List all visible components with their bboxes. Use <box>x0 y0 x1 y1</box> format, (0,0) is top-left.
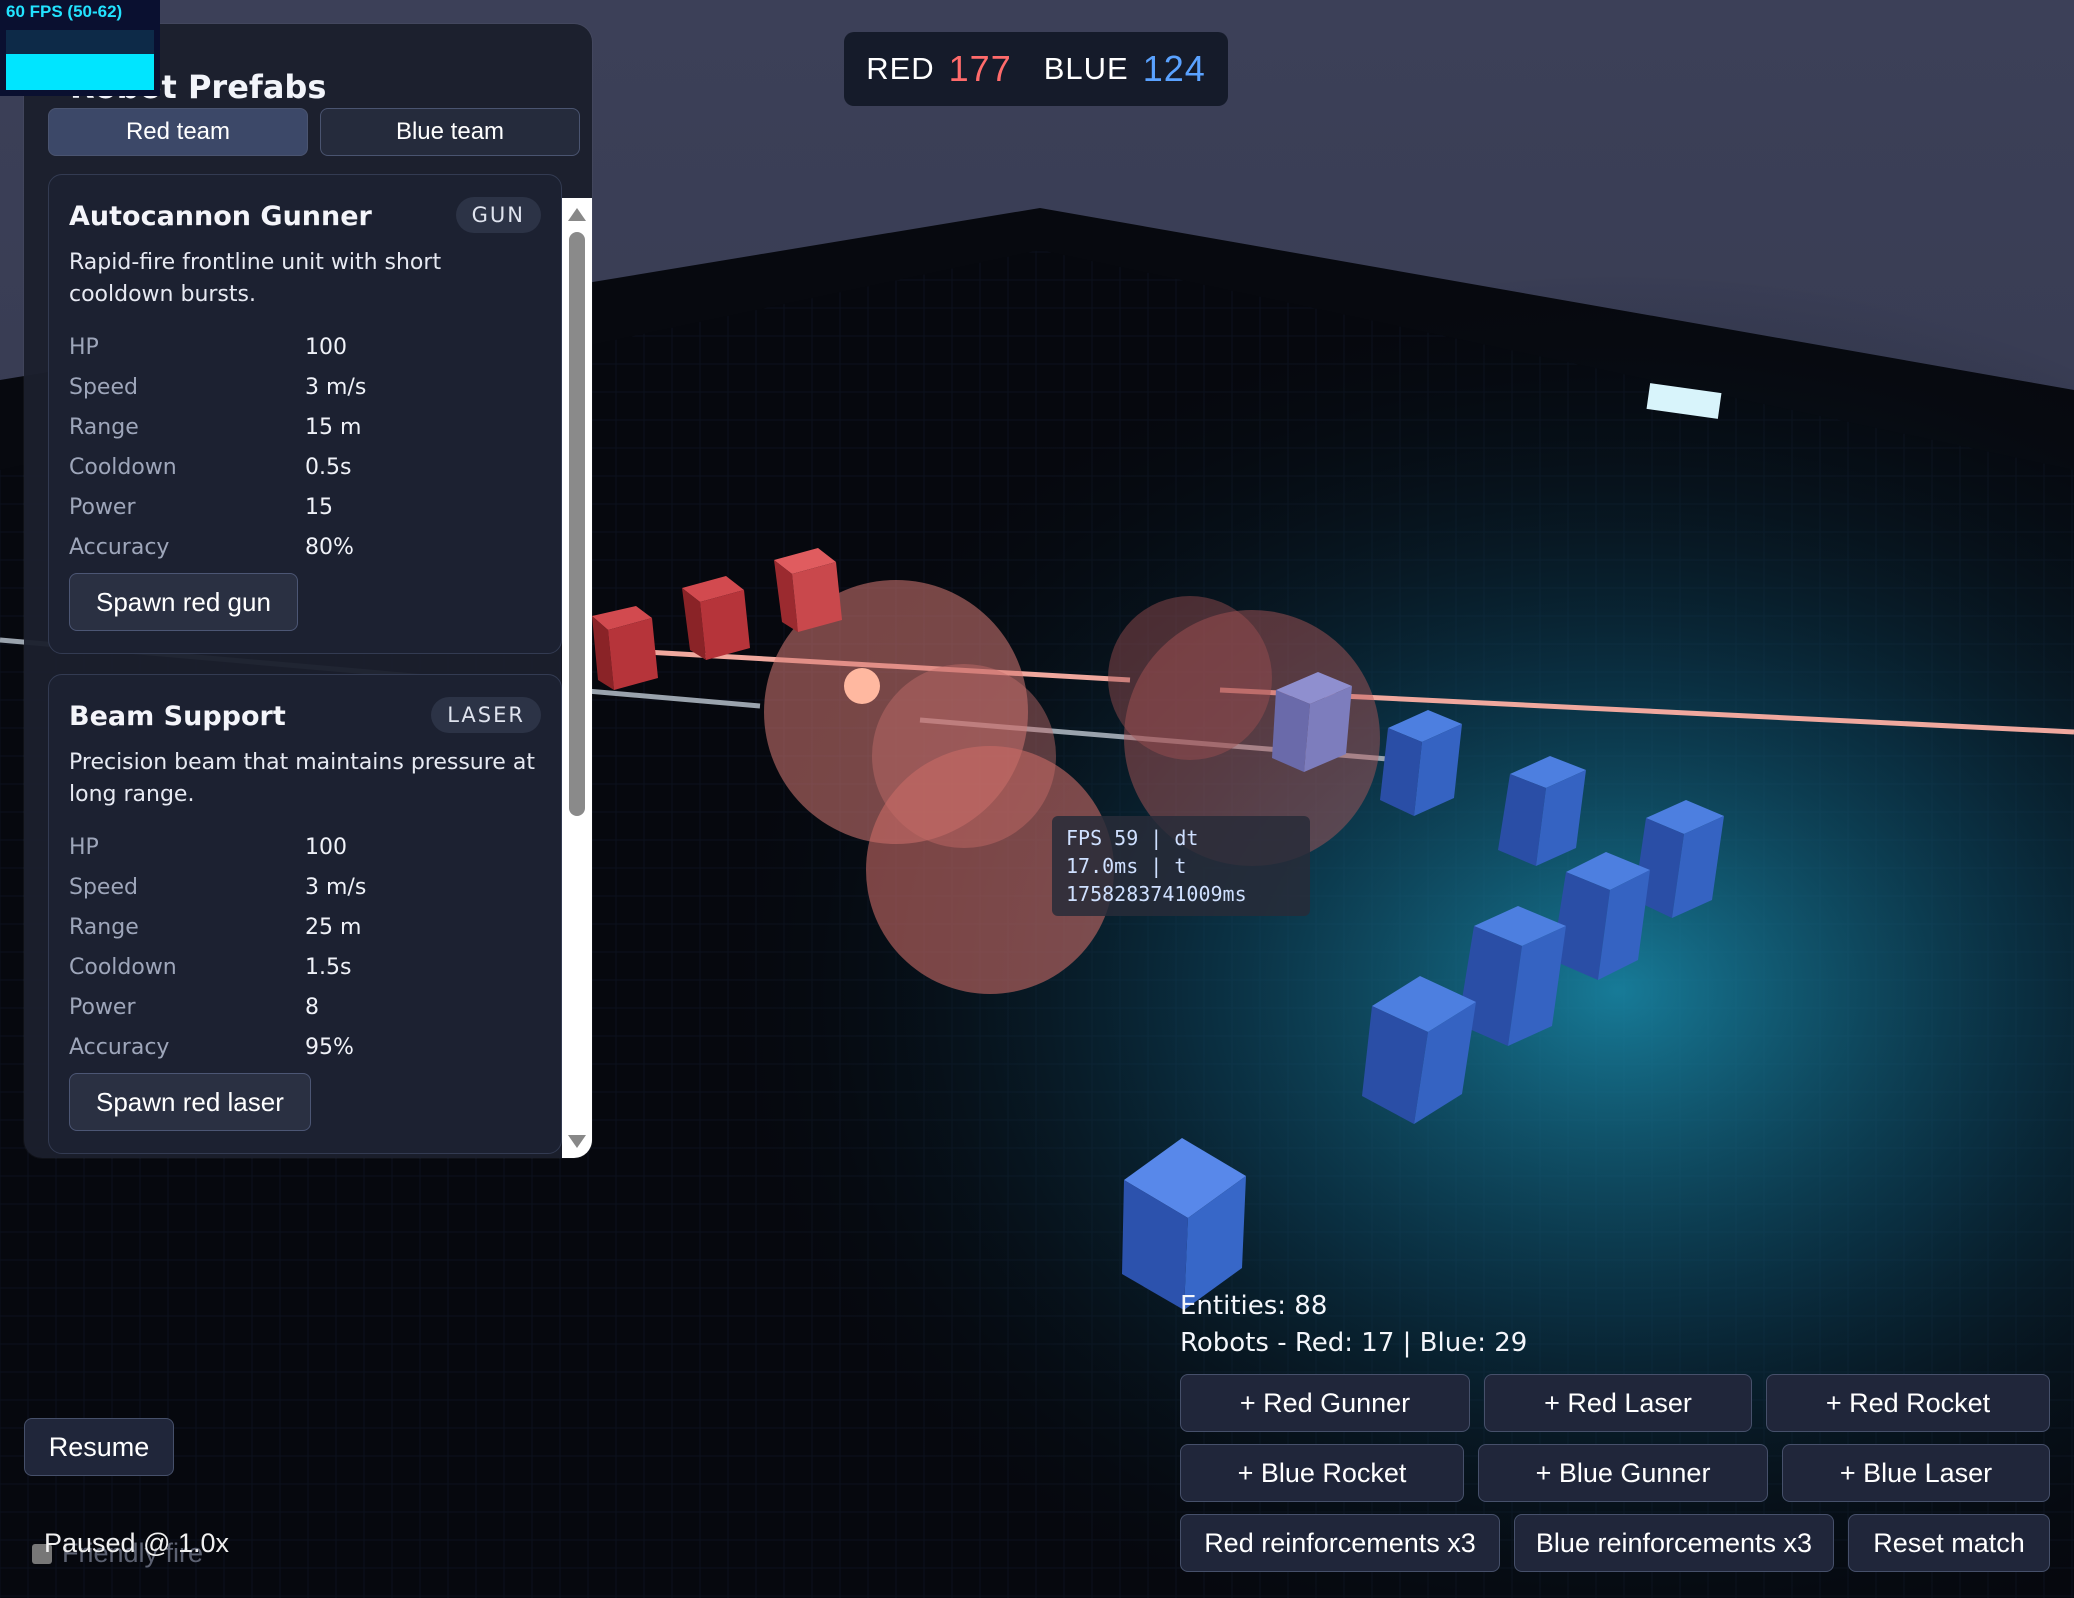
debug-line: 17.0ms | t <box>1066 854 1187 878</box>
stat-value-range: 15 m <box>305 415 362 440</box>
match-stats: Entities: 88 Robots - Red: 17 | Blue: 29 <box>1180 1288 1527 1362</box>
blue-robot <box>1458 906 1566 1046</box>
add-blue-laser-button[interactable]: + Blue Laser <box>1782 1444 2050 1502</box>
robots-count: Robots - Red: 17 | Blue: 29 <box>1180 1328 1528 1358</box>
spawn-red-gun-button[interactable]: Spawn red gun <box>69 573 298 631</box>
weapon-badge: LASER <box>431 697 541 733</box>
red-score-value: 177 <box>948 48 1012 89</box>
fps-counter: 60 FPS (50-62) <box>0 0 160 96</box>
add-red-rocket-button[interactable]: + Red Rocket <box>1766 1374 2050 1432</box>
add-blue-rocket-button[interactable]: + Blue Rocket <box>1180 1444 1464 1502</box>
tab-blue-team[interactable]: Blue team <box>320 108 580 156</box>
add-blue-gunner-button[interactable]: + Blue Gunner <box>1478 1444 1768 1502</box>
scroll-thumb[interactable] <box>569 232 585 816</box>
stat-value-cooldown: 0.5s <box>305 455 352 480</box>
debug-line: FPS 59 | dt <box>1066 826 1199 850</box>
stat-value-accuracy: 80% <box>305 535 354 560</box>
prefab-card-autocannon: Autocannon Gunner GUN Rapid-fire frontli… <box>48 174 562 654</box>
blue-score-value: 124 <box>1142 48 1206 89</box>
stat-label-speed: Speed <box>69 375 138 400</box>
stat-value-accuracy: 95% <box>305 1035 354 1060</box>
reset-match-button[interactable]: Reset match <box>1848 1514 2050 1572</box>
stat-label-hp: HP <box>69 335 99 360</box>
stat-label-speed: Speed <box>69 875 138 900</box>
stat-label-hp: HP <box>69 835 99 860</box>
fps-text: 60 FPS (50-62) <box>6 2 123 21</box>
stat-label-accuracy: Accuracy <box>69 535 170 560</box>
scroll-down-icon[interactable] <box>568 1135 586 1148</box>
red-robot <box>592 606 658 690</box>
red-score-label: RED <box>866 51 935 86</box>
stat-value-speed: 3 m/s <box>305 875 367 900</box>
stat-value-range: 25 m <box>305 915 362 940</box>
card-title: Autocannon Gunner <box>69 201 372 232</box>
stat-label-range: Range <box>69 415 139 440</box>
weapon-badge: GUN <box>455 197 541 233</box>
card-description: Precision beam that maintains pressure a… <box>69 750 535 807</box>
debug-line: 1758283741009ms <box>1066 882 1247 906</box>
blue-reinforcements-button[interactable]: Blue reinforcements x3 <box>1514 1514 1834 1572</box>
robot-prefabs-panel: Robot Prefabs Red team Blue team Autocan… <box>24 24 592 1158</box>
blue-score-label: BLUE <box>1043 51 1129 86</box>
stat-label-cooldown: Cooldown <box>69 455 177 480</box>
stat-value-hp: 100 <box>305 335 347 360</box>
card-title: Beam Support <box>69 701 286 732</box>
stat-value-speed: 3 m/s <box>305 375 367 400</box>
add-red-gunner-button[interactable]: + Red Gunner <box>1180 1374 1470 1432</box>
entities-count: Entities: 88 <box>1180 1291 1328 1321</box>
fps-graph <box>6 30 154 90</box>
stat-label-range: Range <box>69 915 139 940</box>
stat-label-power: Power <box>69 495 136 520</box>
stat-label-accuracy: Accuracy <box>69 1035 170 1060</box>
card-description: Rapid-fire frontline unit with short coo… <box>69 250 442 307</box>
red-reinforcements-button[interactable]: Red reinforcements x3 <box>1180 1514 1500 1572</box>
stat-label-cooldown: Cooldown <box>69 955 177 980</box>
resume-button[interactable]: Resume <box>24 1418 174 1476</box>
stat-value-power: 8 <box>305 995 319 1020</box>
stat-value-power: 15 <box>305 495 333 520</box>
scoreboard: RED 177 BLUE 124 <box>844 32 1228 106</box>
scroll-up-icon[interactable] <box>568 208 586 221</box>
prefab-list-scrollbar[interactable] <box>562 198 592 1158</box>
spawn-red-laser-button[interactable]: Spawn red laser <box>69 1073 311 1131</box>
blue-robot <box>1634 800 1724 918</box>
red-robot <box>682 576 750 660</box>
stat-value-cooldown: 1.5s <box>305 955 352 980</box>
prefab-card-beam-support: Beam Support LASER Precision beam that m… <box>48 674 562 1154</box>
stat-value-hp: 100 <box>305 835 347 860</box>
add-red-laser-button[interactable]: + Red Laser <box>1484 1374 1752 1432</box>
red-robot <box>774 548 842 632</box>
tab-red-team[interactable]: Red team <box>48 108 308 156</box>
debug-overlay: FPS 59 | dt 17.0ms | t 1758283741009ms <box>1052 816 1310 916</box>
stat-label-power: Power <box>69 995 136 1020</box>
prefab-list[interactable]: Autocannon Gunner GUN Rapid-fire frontli… <box>48 174 562 1158</box>
simulation-status: Paused @ 1.0x <box>44 1528 230 1558</box>
